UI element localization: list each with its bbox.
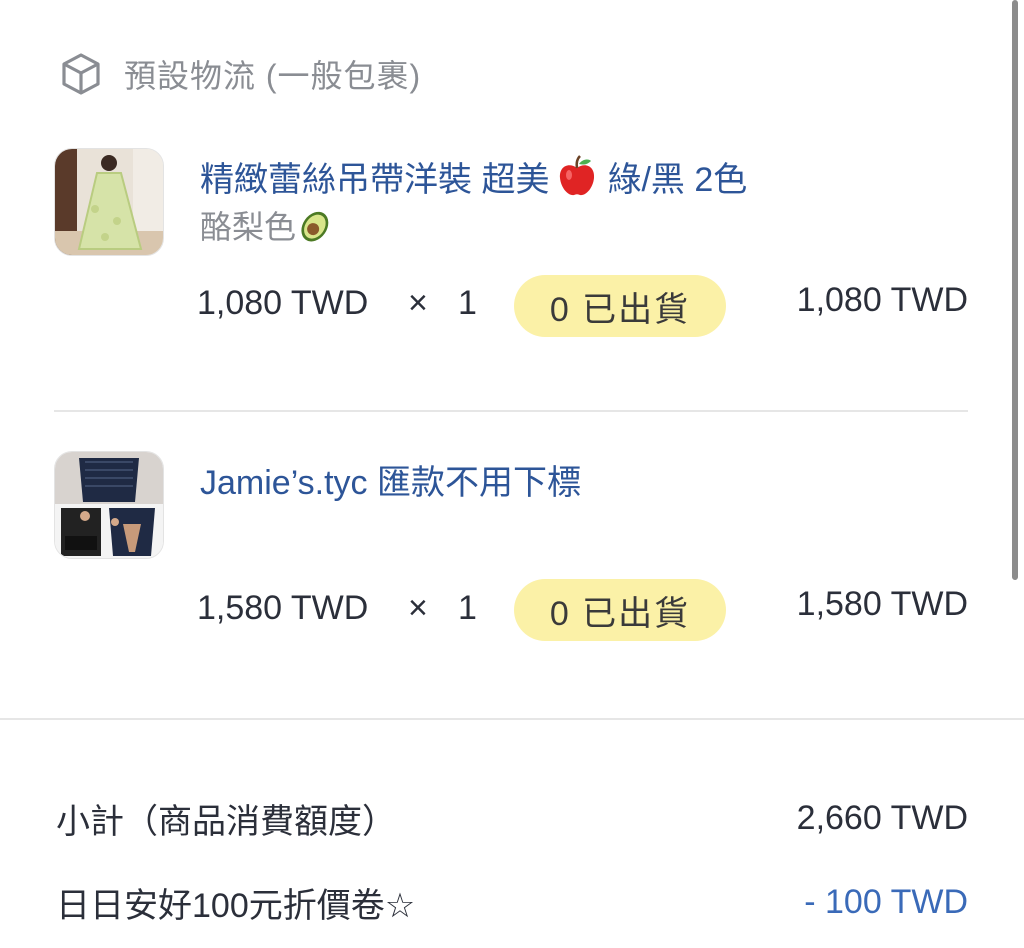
unit-price: 1,580 TWD [197,589,369,627]
shipped-status-badge: 0 已出貨 [514,275,726,337]
shipped-status-badge: 0 已出貨 [514,579,726,641]
product-title: 精緻蕾絲吊帶洋裝 超美 [200,160,550,199]
apple-emoji-icon [557,154,597,198]
item-divider [54,410,968,412]
discount-value: - 100 TWD [804,882,968,921]
product-variant-label: 酪梨色 [200,209,297,245]
subtotal-label: 小計（商品消費額度） [56,802,396,841]
product-thumbnail[interactable] [54,451,164,559]
shipping-method-label: 預設物流 (一般包裹) [124,58,422,94]
product-title-suffix: 綠/黑 2色 [607,160,748,199]
discount-label: 日日安好100元折價卷☆ [56,886,416,925]
avocado-emoji-icon [298,205,334,245]
product-title-link[interactable]: Jamie’s.tyc 匯款不用下標 [200,455,581,503]
quantity: 1 [458,589,477,627]
package-icon [58,51,104,97]
order-detail-page: 預設物流 (一般包裹) 精緻蕾絲吊帶洋裝 超美 綠/黑 2色 酪梨色 1,080… [0,0,1024,948]
product-title: Jamie’s.tyc 匯款不用下標 [200,463,581,502]
line-total: 1,580 TWD [796,585,968,623]
subtotal-row: 小計（商品消費額度） 2,660 TWD [56,793,968,843]
line-total: 1,080 TWD [796,281,968,319]
product-thumbnail[interactable] [54,148,164,256]
multiply-sign: × [408,284,428,322]
subtotal-value: 2,660 TWD [796,798,968,837]
product-variant: 酪梨色 [200,202,334,248]
scrollbar[interactable] [1012,0,1018,580]
discount-row: 日日安好100元折價卷☆ - 100 TWD [56,877,968,927]
section-divider [0,718,1024,720]
quantity: 1 [458,284,477,322]
multiply-sign: × [408,589,428,627]
unit-price: 1,080 TWD [197,284,369,322]
shipping-method: 預設物流 (一般包裹) [58,48,421,100]
product-title-link[interactable]: 精緻蕾絲吊帶洋裝 超美 綠/黑 2色 [200,152,747,200]
